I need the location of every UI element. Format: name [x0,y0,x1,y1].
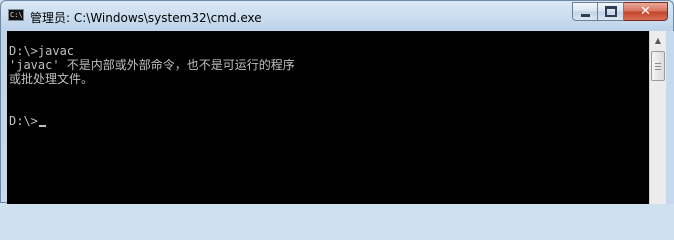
console-prompt-line[interactable]: D:\> [9,114,46,128]
console-output[interactable]: D:\>javac 'javac' 不是内部或外部命令，也不是可运行的程序 或批… [7,31,649,204]
thumb-grip-line [655,63,661,64]
console-line-3: 或批处理文件。 [9,72,94,86]
minimize-button[interactable] [572,2,598,21]
thumb-grip-line [655,69,661,70]
close-button[interactable]: ✕ [624,2,668,21]
maximize-button[interactable] [598,2,624,21]
close-icon: ✕ [640,4,651,19]
minimize-icon [580,13,590,17]
cmd-window: C:\ 管理员: C:\Windows\system32\cmd.exe ✕ D… [0,0,674,204]
maximize-icon [604,6,617,17]
scrollbar-thumb[interactable] [651,51,665,81]
cmd-icon[interactable]: C:\ [8,9,24,21]
console-prompt: D:\> [9,114,38,128]
thumb-grip-line [655,66,661,67]
window-frame-right [666,31,674,204]
cmd-icon-prompt: C:\ [10,11,23,19]
text-cursor [38,125,46,127]
caption-buttons: ✕ [572,2,668,22]
vertical-scrollbar[interactable]: ▲ [649,31,666,204]
scroll-up-button[interactable]: ▲ [650,32,666,49]
title-bar[interactable]: C:\ 管理员: C:\Windows\system32\cmd.exe ✕ [1,1,673,31]
arrow-up-icon: ▲ [654,36,662,45]
window-title: 管理员: C:\Windows\system32\cmd.exe [30,11,262,25]
console-line-1: D:\>javac [9,44,75,58]
console-line-2: 'javac' 不是内部或外部命令，也不是可运行的程序 [9,58,295,72]
